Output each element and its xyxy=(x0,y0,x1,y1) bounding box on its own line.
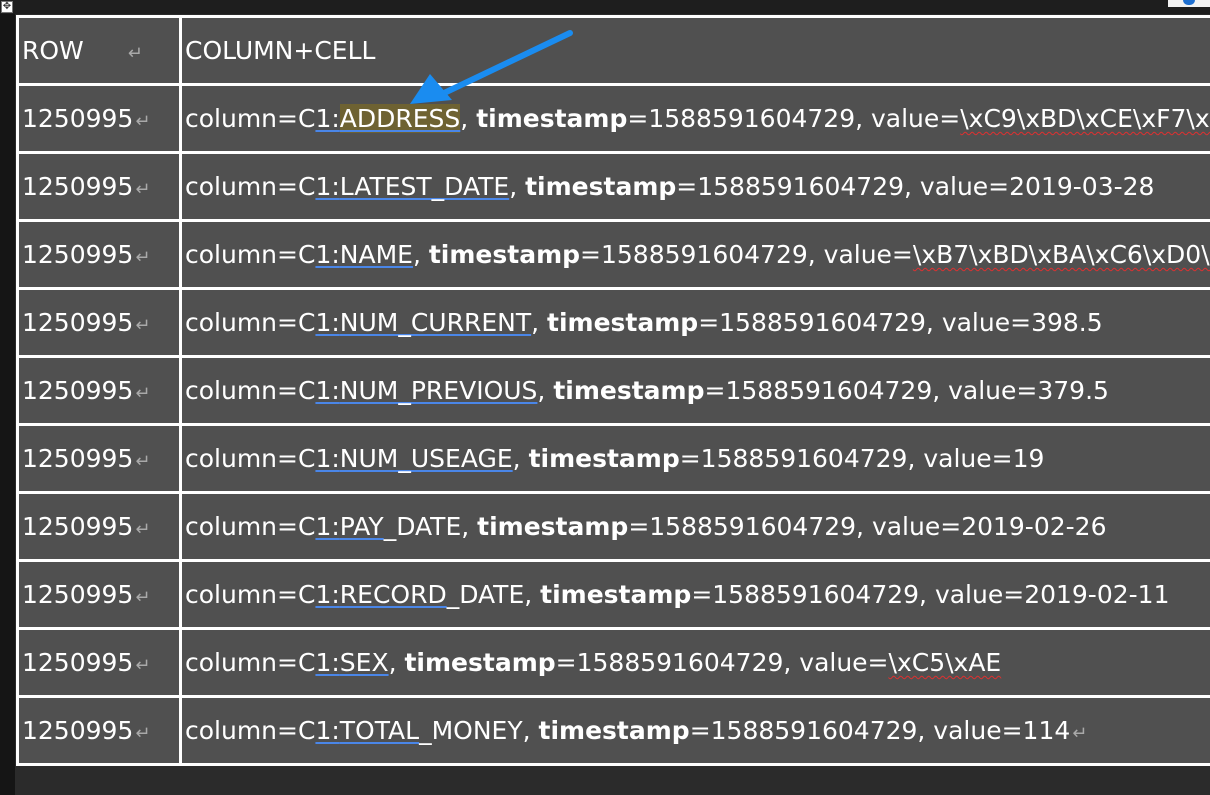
timestamp-label: timestamp xyxy=(540,580,692,609)
row-key-cell: 1250995 ↵ xyxy=(16,423,182,494)
cell-value: 379.5 xyxy=(1037,376,1109,405)
column-qualifier: NUM_CURRENT xyxy=(339,308,532,337)
paragraph-mark-icon: ↵ xyxy=(135,723,151,744)
column-qualifier: TOTAL xyxy=(339,716,420,745)
row-key-cell: 1250995 ↵ xyxy=(16,83,182,154)
row-key-cell: 1250995 ↵ xyxy=(16,559,182,630)
move-anchor-icon[interactable]: ✥ xyxy=(1,1,13,13)
column-qualifier: NAME xyxy=(339,240,413,269)
timestamp-label: timestamp xyxy=(404,648,556,677)
row-key: 1250995 xyxy=(22,308,134,337)
column-cell: column=C1:NUM_CURRENT, timestamp=1588591… xyxy=(179,287,1210,358)
table-row: 1250995 ↵ column=C1:LATEST_DATE, timestamp… xyxy=(16,151,1210,222)
header-column-cell: COLUMN+CELL xyxy=(179,15,1210,86)
table-row: 1250995 ↵ column=C1:SEX, timestamp=1588591… xyxy=(16,627,1210,698)
timestamp-label: timestamp xyxy=(525,172,677,201)
cell-value: 114 xyxy=(1022,716,1071,745)
row-key: 1250995 xyxy=(22,104,134,133)
row-key: 1250995 xyxy=(22,512,134,541)
column-qualifier: RECORD xyxy=(339,580,447,609)
column-family: 1: xyxy=(315,376,340,405)
column-qualifier: ADDRESS xyxy=(339,104,461,133)
paragraph-mark-icon: ↵ xyxy=(135,111,151,132)
table-row: 1250995 ↵ column=C1:RECORD_DATE, timestamp… xyxy=(16,559,1210,630)
row-key: 1250995 xyxy=(22,172,134,201)
table-header-row: ROW ↵ COLUMN+CELL xyxy=(16,15,1210,86)
timestamp-label: timestamp xyxy=(553,376,705,405)
column-family: 1: xyxy=(315,716,340,745)
top-strip xyxy=(0,0,1210,14)
column-cell: column=C1:TOTAL_MONEY, timestamp=1588591… xyxy=(179,695,1210,766)
cell-value: \xC9\xBD\xCE\xF7\xCA xyxy=(960,104,1210,133)
left-margin xyxy=(0,14,15,795)
column-family: 1: xyxy=(315,648,340,677)
column-family: 1: xyxy=(315,512,340,541)
row-key: 1250995 xyxy=(22,716,134,745)
column-cell: column=C1:SEX, timestamp=1588591604729, … xyxy=(179,627,1210,698)
row-key: 1250995 xyxy=(22,376,134,405)
column-cell: column=C1:ADDRESS, timestamp=15885916047… xyxy=(179,83,1210,154)
table-row: 1250995 ↵ column=C1:NUM_PREVIOUS, timestam… xyxy=(16,355,1210,426)
cell-value: 398.5 xyxy=(1031,308,1103,337)
paragraph-mark-icon: ↵ xyxy=(135,451,151,472)
cell-value: 2019-02-11 xyxy=(1024,580,1170,609)
timestamp-label: timestamp xyxy=(528,444,680,473)
paragraph-mark-icon: ↵ xyxy=(135,519,151,540)
row-key: 1250995 xyxy=(22,648,134,677)
paragraph-mark-icon: ↵ xyxy=(135,655,151,676)
paragraph-mark-icon: ↵ xyxy=(135,247,151,268)
timestamp-label: timestamp xyxy=(477,512,629,541)
table-row: 1250995 ↵ column=C1:PAY_DATE, timestamp=15… xyxy=(16,491,1210,562)
column-cell: column=C1:LATEST_DATE, timestamp=1588591… xyxy=(179,151,1210,222)
row-key-cell: 1250995 ↵ xyxy=(16,627,182,698)
row-key-cell: 1250995 ↵ xyxy=(16,491,182,562)
cell-value: \xC5\xAE xyxy=(888,648,1002,677)
column-qualifier: NUM_PREVIOUS xyxy=(339,376,538,405)
header-row-cell: ROW ↵ xyxy=(16,15,182,86)
row-key-cell: 1250995 ↵ xyxy=(16,695,182,766)
column-cell: column=C1:PAY_DATE, timestamp=1588591604… xyxy=(179,491,1210,562)
paragraph-mark-icon: ↵ xyxy=(1072,723,1088,744)
table-row: 1250995 ↵ column=C1:NAME, timestamp=158859… xyxy=(16,219,1210,290)
paragraph-mark-icon: ↵ xyxy=(135,383,151,404)
paragraph-mark-icon: ↵ xyxy=(135,587,151,608)
column-qualifier: SEX xyxy=(339,648,389,677)
cell-value: 2019-02-26 xyxy=(961,512,1107,541)
column-cell: column=C1:NAME, timestamp=1588591604729,… xyxy=(179,219,1210,290)
row-key-cell: 1250995 ↵ xyxy=(16,287,182,358)
timestamp-label: timestamp xyxy=(538,716,690,745)
column-family: 1: xyxy=(315,104,340,133)
column-cell: column=C1:NUM_PREVIOUS, timestamp=158859… xyxy=(179,355,1210,426)
table-row: 1250995 ↵ column=C1:TOTAL_MONEY, timestamp… xyxy=(16,695,1210,766)
paragraph-mark-icon: ↵ xyxy=(127,43,143,64)
column-family: 1: xyxy=(315,308,340,337)
paragraph-mark-icon: ↵ xyxy=(135,315,151,336)
column-cell: column=C1:RECORD_DATE, timestamp=1588591… xyxy=(179,559,1210,630)
table-row: 1250995 ↵ column=C1:NUM_CURRENT, timestamp… xyxy=(16,287,1210,358)
row-key: 1250995 xyxy=(22,240,134,269)
row-key: 1250995 xyxy=(22,444,134,473)
row-key-cell: 1250995 ↵ xyxy=(16,151,182,222)
cell-value: 2019-03-28 xyxy=(1009,172,1155,201)
hbase-scan-table: ROW ↵ COLUMN+CELL 1250995 ↵ column=C1:ADDRE… xyxy=(16,15,1210,766)
column-qualifier: NUM_USEAGE xyxy=(339,444,513,473)
timestamp-label: timestamp xyxy=(428,240,581,269)
cell-value: \xB7\xBD\xBA\xC6\xD0\xF9 xyxy=(912,240,1210,269)
row-key-cell: 1250995 ↵ xyxy=(16,219,182,290)
table-row: 1250995 ↵ column=C1:NUM_USEAGE, timestamp=… xyxy=(16,423,1210,494)
column-family: 1: xyxy=(315,240,340,269)
column-qualifier: PAY xyxy=(339,512,384,541)
timestamp-label: timestamp xyxy=(547,308,699,337)
cell-value: 19 xyxy=(1012,444,1045,473)
timestamp-label: timestamp xyxy=(476,104,628,133)
column-cell: column=C1:NUM_USEAGE, timestamp=15885916… xyxy=(179,423,1210,494)
column-family: 1: xyxy=(315,172,340,201)
column-qualifier: LATEST_DATE xyxy=(339,172,510,201)
column-family: 1: xyxy=(315,580,340,609)
row-key-cell: 1250995 ↵ xyxy=(16,355,182,426)
row-key: 1250995 xyxy=(22,580,134,609)
column-family: 1: xyxy=(315,444,340,473)
table-row: 1250995 ↵ column=C1:ADDRESS, timestamp=158… xyxy=(16,83,1210,154)
paragraph-mark-icon: ↵ xyxy=(135,179,151,200)
